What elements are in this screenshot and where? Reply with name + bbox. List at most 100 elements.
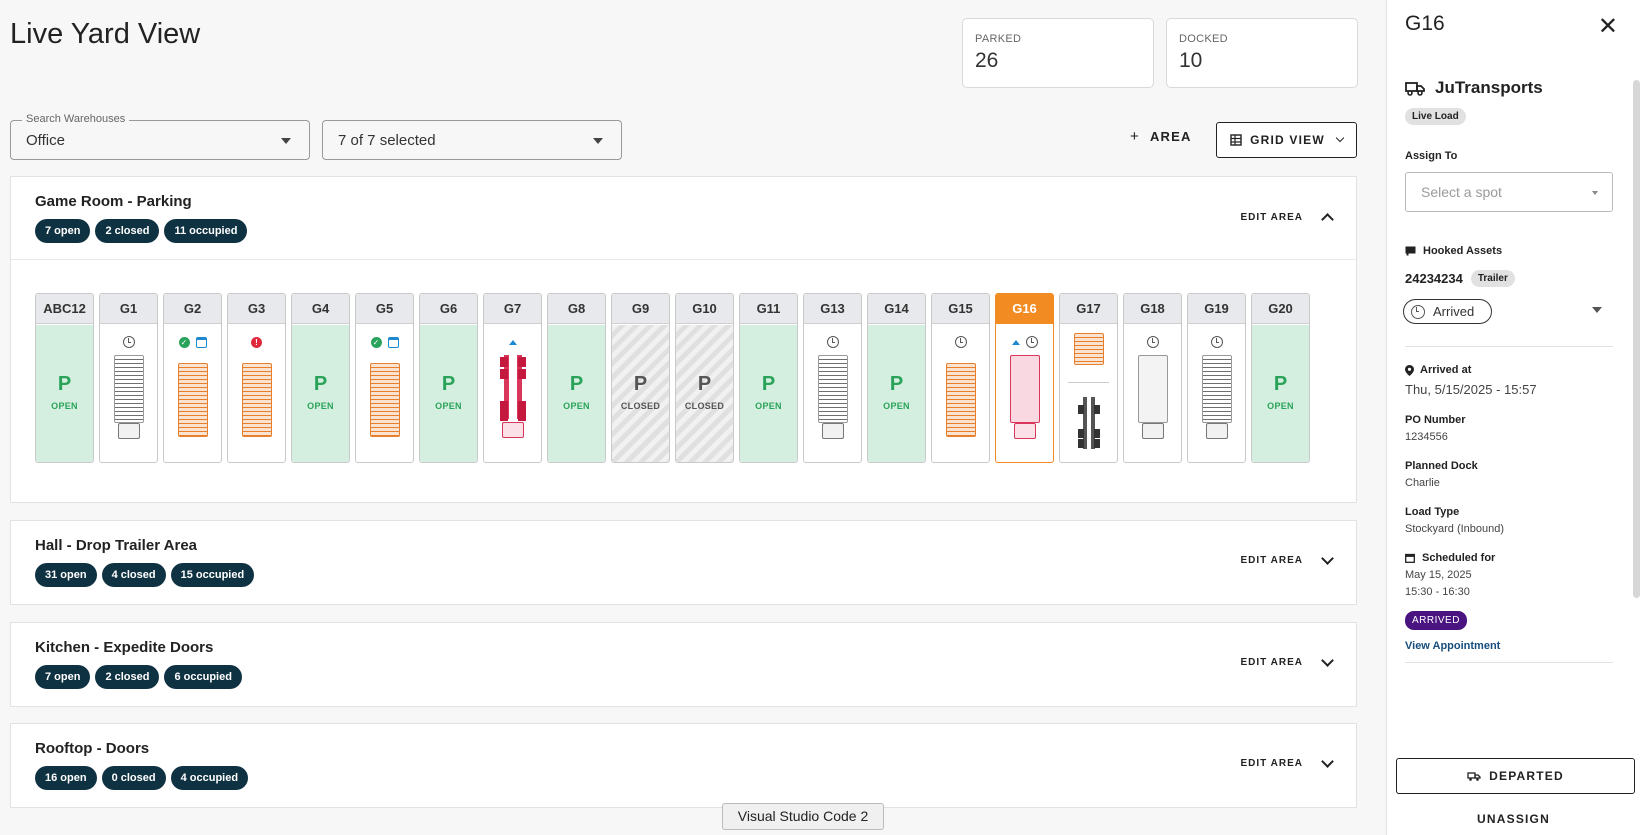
area-counts: 7 open 2 closed 11 occupied bbox=[35, 219, 248, 243]
spot-detail-panel: G16 ✕ JuTransports Live Load Assign To S… bbox=[1386, 0, 1640, 835]
spot-g2[interactable]: G2 ✓ bbox=[163, 293, 222, 463]
view-appointment-link[interactable]: View Appointment bbox=[1405, 640, 1500, 652]
edit-area-button[interactable]: EDIT AREA bbox=[1240, 653, 1334, 668]
panel-title: G16 bbox=[1405, 12, 1445, 35]
spot-body: ! bbox=[228, 325, 285, 462]
unassign-button[interactable]: UNASSIGN bbox=[1387, 812, 1640, 826]
area-multiselect-value: 7 of 7 selected bbox=[338, 131, 436, 149]
grid-view-label: GRID VIEW bbox=[1250, 133, 1325, 147]
spot-g16[interactable]: G16 bbox=[995, 293, 1054, 463]
spot-name: G3 bbox=[228, 294, 285, 324]
caret-down-icon bbox=[1592, 191, 1598, 195]
spot-body: P OPEN bbox=[36, 325, 93, 462]
chevron-up-icon[interactable] bbox=[1321, 213, 1334, 226]
truck-cab-icon bbox=[1142, 423, 1164, 439]
hooked-assets-heading: Hooked Assets bbox=[1405, 245, 1502, 257]
caret-down-icon bbox=[593, 138, 603, 144]
spot-g6[interactable]: G6 P OPEN bbox=[419, 293, 478, 463]
spot-status-label: OPEN bbox=[1267, 401, 1294, 411]
spot-g1[interactable]: G1 bbox=[99, 293, 158, 463]
spot-g3[interactable]: G3! bbox=[227, 293, 286, 463]
spot-name: G18 bbox=[1124, 294, 1181, 324]
warehouse-select[interactable]: Search Warehouses Office bbox=[10, 113, 310, 160]
chevron-down-icon[interactable] bbox=[1321, 754, 1334, 768]
spot-icons bbox=[804, 335, 861, 349]
chevron-down-icon[interactable] bbox=[1321, 653, 1334, 667]
spot-body: P OPEN bbox=[868, 325, 925, 462]
spot-status-label: CLOSED bbox=[620, 401, 661, 411]
spot-g18[interactable]: G18 bbox=[1123, 293, 1182, 463]
spot-name: G9 bbox=[612, 294, 669, 324]
departed-button[interactable]: DEPARTED bbox=[1396, 758, 1635, 794]
spot-body bbox=[996, 325, 1053, 462]
spot-g9[interactable]: G9 P CLOSED bbox=[611, 293, 670, 463]
clock-icon bbox=[1025, 336, 1038, 348]
area-section-game-room: Game Room - Parking 7 open 2 closed 11 o… bbox=[10, 176, 1357, 503]
spot-g20[interactable]: G20 P OPEN bbox=[1251, 293, 1310, 463]
asset-type-chip: Trailer bbox=[1470, 270, 1515, 287]
asset-status-select[interactable]: Arrived bbox=[1403, 299, 1492, 324]
spot-g14[interactable]: G14 P OPEN bbox=[867, 293, 926, 463]
asset-id: 24234234 bbox=[1405, 271, 1463, 286]
arrow-up-icon bbox=[508, 339, 517, 345]
clock-icon bbox=[122, 336, 135, 348]
edit-area-button[interactable]: EDIT AREA bbox=[1240, 211, 1334, 226]
edit-area-button[interactable]: EDIT AREA bbox=[1240, 551, 1334, 566]
truck-cab-icon bbox=[1206, 423, 1228, 439]
spot-icons bbox=[996, 335, 1053, 349]
spot-name: G11 bbox=[740, 294, 797, 324]
edit-area-label: EDIT AREA bbox=[1240, 212, 1303, 223]
spot-abc12[interactable]: ABC12 P OPEN bbox=[35, 293, 94, 463]
chevron-down-icon[interactable] bbox=[1321, 551, 1334, 565]
edit-area-button[interactable]: EDIT AREA bbox=[1240, 754, 1334, 769]
parking-icon: P bbox=[57, 373, 72, 395]
planned-dock-label: Planned Dock bbox=[1405, 460, 1478, 472]
parking-icon: P bbox=[761, 373, 776, 395]
grid-view-button[interactable]: GRID VIEW bbox=[1216, 122, 1357, 158]
add-area-button[interactable]: + AREA bbox=[1130, 128, 1192, 145]
calendar-icon bbox=[387, 336, 399, 348]
spot-body: P CLOSED bbox=[612, 325, 669, 462]
spot-g8[interactable]: G8 P OPEN bbox=[547, 293, 606, 463]
spot-body: ✓ bbox=[356, 325, 413, 462]
open-count-badge: 31 open bbox=[35, 563, 97, 587]
trailer-icon bbox=[1010, 355, 1040, 423]
spot-g4[interactable]: G4 P OPEN bbox=[291, 293, 350, 463]
spot-status-label: OPEN bbox=[563, 401, 590, 411]
spot-g10[interactable]: G10 P CLOSED bbox=[675, 293, 734, 463]
spot-name: G14 bbox=[868, 294, 925, 324]
panel-scrollbar[interactable] bbox=[1633, 80, 1640, 598]
arrived-at-label: Arrived at bbox=[1420, 364, 1472, 376]
spot-icons: ✓ bbox=[164, 335, 221, 349]
truck-cab-icon bbox=[502, 422, 524, 438]
spot-icons: ✓ bbox=[356, 335, 413, 349]
close-icon[interactable]: ✕ bbox=[1598, 12, 1618, 41]
trailer-icon bbox=[818, 355, 848, 423]
check-icon: ✓ bbox=[370, 336, 382, 348]
spot-g15[interactable]: G15 bbox=[931, 293, 990, 463]
spot-g7[interactable]: G7 bbox=[483, 293, 542, 463]
spot-g19[interactable]: G19 bbox=[1187, 293, 1246, 463]
spot-g13[interactable]: G13 bbox=[803, 293, 862, 463]
spot-g17[interactable]: G17 bbox=[1059, 293, 1118, 463]
spot-name: G5 bbox=[356, 294, 413, 324]
area-multiselect[interactable]: 7 of 7 selected bbox=[322, 120, 622, 160]
spot-g5[interactable]: G5 ✓ bbox=[355, 293, 414, 463]
caret-down-icon[interactable] bbox=[1592, 307, 1602, 313]
assign-spot-select[interactable]: Select a spot bbox=[1405, 172, 1613, 212]
spot-icons bbox=[1188, 335, 1245, 349]
tractor-icon bbox=[1078, 397, 1100, 449]
closed-count-badge: 2 closed bbox=[95, 665, 160, 689]
trailer-icon bbox=[370, 363, 400, 437]
spot-body bbox=[484, 325, 541, 462]
spot-name: G4 bbox=[292, 294, 349, 324]
spot-icons bbox=[484, 335, 541, 349]
spot-body: P OPEN bbox=[548, 325, 605, 462]
spot-body: P OPEN bbox=[740, 325, 797, 462]
spot-body: P OPEN bbox=[292, 325, 349, 462]
stat-label: DOCKED bbox=[1179, 33, 1228, 45]
area-counts: 7 open 2 closed 6 occupied bbox=[35, 665, 242, 689]
parking-icon: P bbox=[697, 373, 712, 395]
spot-icons bbox=[100, 335, 157, 349]
spot-g11[interactable]: G11 P OPEN bbox=[739, 293, 798, 463]
